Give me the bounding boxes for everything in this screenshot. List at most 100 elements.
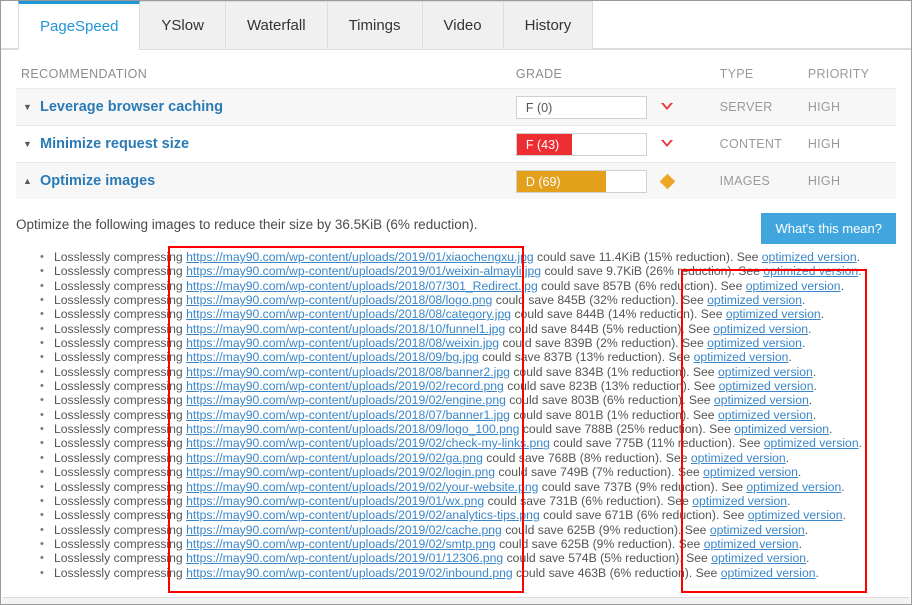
recommendation-cell[interactable]: ▼ Minimize request size — [16, 136, 516, 152]
image-url-link[interactable]: https://may90.com/wp-content/uploads/201… — [186, 551, 503, 565]
saving-amount: 737B — [603, 480, 631, 494]
trailing-period: . — [788, 350, 791, 364]
image-url-link[interactable]: https://may90.com/wp-content/uploads/201… — [186, 350, 479, 364]
image-url-link[interactable]: https://may90.com/wp-content/uploads/201… — [186, 365, 510, 379]
trailing-period: . — [857, 250, 860, 264]
image-url-link[interactable]: https://may90.com/wp-content/uploads/201… — [186, 523, 502, 537]
compress-prefix: Losslessly compressing — [54, 350, 186, 364]
optimized-version-link[interactable]: optimized version — [764, 436, 859, 450]
compress-prefix: Losslessly compressing — [54, 551, 186, 565]
tab-video[interactable]: Video — [422, 1, 504, 49]
image-url-link[interactable]: https://may90.com/wp-content/uploads/201… — [186, 250, 534, 264]
could-save-text: could save — [506, 393, 571, 407]
image-url-link[interactable]: https://may90.com/wp-content/uploads/201… — [186, 393, 506, 407]
optimized-version-link[interactable]: optimized version — [713, 322, 808, 336]
optimized-version-link[interactable]: optimized version — [703, 465, 798, 479]
tab-history[interactable]: History — [503, 1, 594, 49]
optimized-version-link[interactable]: optimized version — [748, 508, 843, 522]
image-url-link[interactable]: https://may90.com/wp-content/uploads/201… — [186, 451, 483, 465]
image-url-link[interactable]: https://may90.com/wp-content/uploads/201… — [186, 322, 505, 336]
image-url-link[interactable]: https://may90.com/wp-content/uploads/201… — [186, 408, 510, 422]
optimized-version-link[interactable]: optimized version — [710, 523, 805, 537]
list-item: Losslessly compressing https://may90.com… — [54, 322, 896, 336]
detail-header: Optimize the following images to reduce … — [16, 213, 896, 244]
caret-down-icon[interactable]: ▼ — [23, 140, 32, 149]
image-url-link[interactable]: https://may90.com/wp-content/uploads/201… — [186, 537, 496, 551]
see-text: . See — [682, 393, 714, 407]
caret-up-icon[interactable]: ▲ — [23, 177, 32, 186]
recommendation-name[interactable]: Optimize images — [40, 173, 155, 189]
optimized-version-link[interactable]: optimized version — [746, 279, 841, 293]
image-url-link[interactable]: https://may90.com/wp-content/uploads/201… — [186, 422, 519, 436]
see-text: . See — [715, 480, 747, 494]
optimized-version-link[interactable]: optimized version — [718, 408, 813, 422]
recommendation-cell[interactable]: ▼ Leverage browser caching — [16, 99, 516, 115]
image-url-link[interactable]: https://may90.com/wp-content/uploads/201… — [186, 480, 538, 494]
list-item: Losslessly compressing https://may90.com… — [54, 494, 896, 508]
recommendation-name[interactable]: Leverage browser caching — [40, 99, 223, 115]
caret-down-icon[interactable]: ▼ — [23, 103, 32, 112]
image-url-link[interactable]: https://may90.com/wp-content/uploads/201… — [186, 379, 504, 393]
image-url-link[interactable]: https://may90.com/wp-content/uploads/201… — [186, 465, 495, 479]
reduction-percent: 6% reduction — [641, 508, 712, 522]
tab-label: Video — [444, 17, 482, 34]
optimized-version-link[interactable]: optimized version — [721, 566, 816, 580]
optimized-version-link[interactable]: optimized version — [691, 451, 786, 465]
could-save-text: could save — [504, 379, 569, 393]
tab-waterfall[interactable]: Waterfall — [225, 1, 328, 49]
see-text: . See — [675, 336, 707, 350]
optimized-version-link[interactable]: optimized version — [692, 494, 787, 508]
image-url-link[interactable]: https://may90.com/wp-content/uploads/201… — [186, 264, 541, 278]
trailing-period: . — [805, 523, 808, 537]
trailing-period: . — [816, 566, 819, 580]
optimized-version-link[interactable]: optimized version — [711, 551, 806, 565]
reduction-percent: 1% reduction — [611, 365, 682, 379]
optimized-version-link[interactable]: optimized version — [714, 393, 809, 407]
image-url-link[interactable]: https://may90.com/wp-content/uploads/201… — [186, 436, 550, 450]
could-save-text: could save — [492, 293, 557, 307]
type-cell: SERVER — [720, 100, 808, 114]
grade-bar: F (0) — [516, 96, 647, 119]
optimized-version-link[interactable]: optimized version — [718, 365, 813, 379]
image-url-link[interactable]: https://may90.com/wp-content/uploads/201… — [186, 279, 538, 293]
recommendation-row[interactable]: ▼Leverage browser cachingF (0)SERVERHIGH — [16, 88, 896, 125]
recommendation-cell[interactable]: ▲ Optimize images — [16, 173, 516, 189]
saving-amount: 844B — [576, 307, 604, 321]
grade-cell: F (0) — [516, 96, 720, 119]
recommendation-row[interactable]: ▼Minimize request sizeF (43)CONTENTHIGH — [16, 125, 896, 162]
optimized-version-link[interactable]: optimized version — [734, 422, 829, 436]
compress-prefix: Losslessly compressing — [54, 480, 186, 494]
image-url-link[interactable]: https://may90.com/wp-content/uploads/201… — [186, 336, 499, 350]
optimized-version-link[interactable]: optimized version — [707, 336, 802, 350]
optimized-version-link[interactable]: optimized version — [694, 350, 789, 364]
optimized-version-link[interactable]: optimized version — [763, 264, 858, 278]
open-paren: ( — [589, 537, 596, 551]
optimized-version-link[interactable]: optimized version — [719, 379, 814, 393]
image-url-link[interactable]: https://may90.com/wp-content/uploads/201… — [186, 494, 484, 508]
optimized-version-link[interactable]: optimized version — [762, 250, 857, 264]
whats-this-mean-button[interactable]: What's this mean? — [761, 213, 896, 244]
optimized-version-link[interactable]: optimized version — [746, 480, 841, 494]
saving-amount: 574B — [568, 551, 596, 565]
optimized-version-link[interactable]: optimized version — [726, 307, 821, 321]
optimized-version-link[interactable]: optimized version — [704, 537, 799, 551]
compress-prefix: Losslessly compressing — [54, 365, 186, 379]
optimized-version-link[interactable]: optimized version — [707, 293, 802, 307]
image-url-link[interactable]: https://may90.com/wp-content/uploads/201… — [186, 307, 511, 321]
compress-prefix: Losslessly compressing — [54, 307, 186, 321]
tab-yslow[interactable]: YSlow — [139, 1, 226, 49]
tab-pagespeed[interactable]: PageSpeed — [18, 1, 140, 49]
trailing-period: . — [806, 551, 809, 565]
image-url-link[interactable]: https://may90.com/wp-content/uploads/201… — [186, 566, 513, 580]
image-url-link[interactable]: https://may90.com/wp-content/uploads/201… — [186, 293, 492, 307]
recommendation-row[interactable]: ▲Optimize imagesD (69)IMAGESHIGH — [16, 162, 896, 199]
tab-timings[interactable]: Timings — [327, 1, 423, 49]
image-url-link[interactable]: https://may90.com/wp-content/uploads/201… — [186, 508, 540, 522]
see-text: . See — [678, 523, 710, 537]
recommendation-name[interactable]: Minimize request size — [40, 136, 189, 152]
list-item: Losslessly compressing https://may90.com… — [54, 336, 896, 350]
could-save-text: could save — [538, 480, 603, 494]
could-save-text: could save — [510, 365, 575, 379]
list-item: Losslessly compressing https://may90.com… — [54, 537, 896, 551]
grade-label: F (0) — [526, 97, 552, 119]
